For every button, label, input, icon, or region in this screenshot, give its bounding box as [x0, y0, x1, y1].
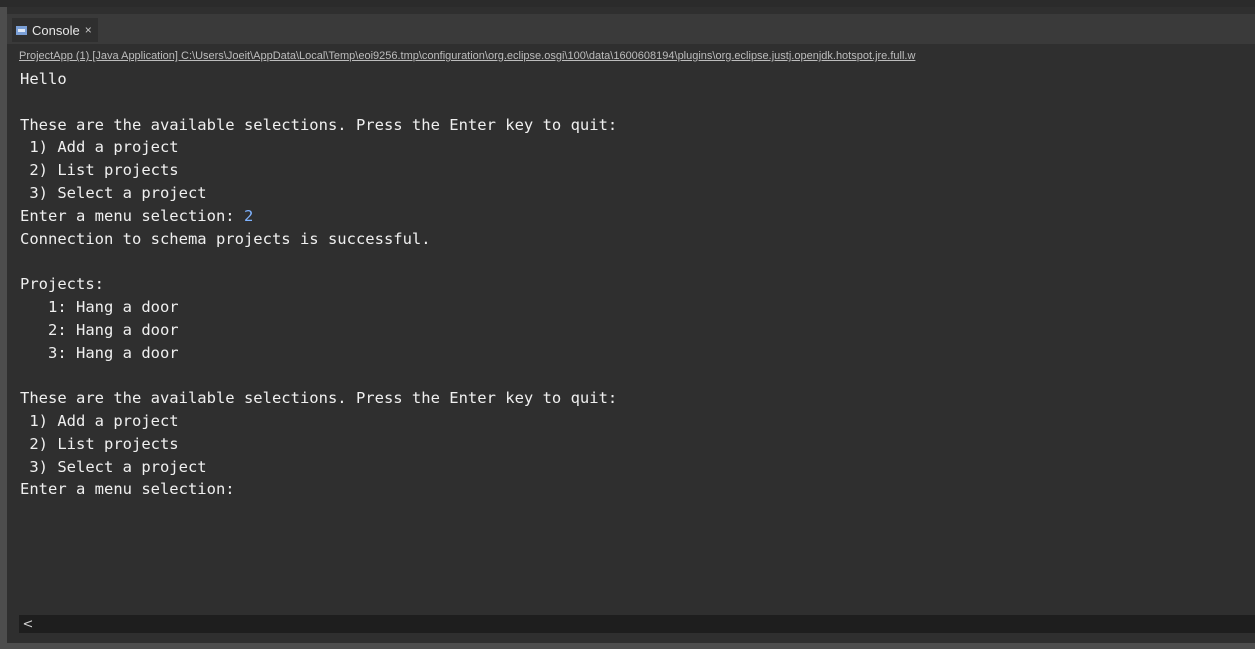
- console-line: 2: Hang a door: [20, 319, 1255, 342]
- console-line-text: 2: Hang a door: [20, 320, 179, 339]
- tab-console[interactable]: Console ×: [12, 18, 98, 42]
- console-line: 2) List projects: [20, 159, 1255, 182]
- console-line-text: Enter a menu selection:: [20, 480, 235, 499]
- console-line-text: These are the available selections. Pres…: [20, 389, 618, 408]
- console-output[interactable]: Hello These are the available selections.…: [20, 68, 1255, 616]
- console-line-text: 3: Hang a door: [20, 343, 179, 362]
- console-line: Hello: [20, 68, 1255, 91]
- console-line: Enter a menu selection:: [20, 478, 1255, 501]
- console-line-text: These are the available selections. Pres…: [20, 115, 618, 134]
- console-icon: [16, 25, 27, 35]
- console-line-text: Projects:: [20, 275, 104, 294]
- console-line: 3) Select a project: [20, 182, 1255, 205]
- console-line-text: 1: Hang a door: [20, 297, 179, 316]
- console-line-text: Enter a menu selection:: [20, 206, 244, 225]
- top-strip: [0, 0, 1255, 7]
- console-line: 1) Add a project: [20, 136, 1255, 159]
- console-line: Enter a menu selection: 2: [20, 205, 1255, 228]
- user-input-value: 2: [243, 206, 254, 225]
- console-line: 3: Hang a door: [20, 342, 1255, 365]
- close-icon[interactable]: ×: [85, 23, 92, 37]
- console-line-text: 2) List projects: [20, 161, 179, 180]
- console-line-text: 3) Select a project: [20, 457, 207, 476]
- eclipse-window: Console × ProjectApp (1) [Java Applicati…: [0, 0, 1255, 649]
- console-line-text: 2) List projects: [20, 434, 179, 453]
- scroll-left-icon[interactable]: <: [19, 615, 37, 633]
- console-line-text: 1) Add a project: [20, 411, 179, 430]
- console-line: 1) Add a project: [20, 410, 1255, 433]
- console-line: Connection to schema projects is success…: [20, 228, 1255, 251]
- console-line-text: Hello: [20, 70, 67, 88]
- console-line-text: 1) Add a project: [20, 138, 179, 157]
- view-tab-bar: Console ×: [7, 14, 1255, 45]
- horizontal-scrollbar[interactable]: <: [19, 615, 1255, 633]
- tab-console-label: Console: [32, 22, 80, 38]
- console-line: These are the available selections. Pres…: [20, 114, 1255, 137]
- console-line: 2) List projects: [20, 433, 1255, 456]
- console-left-gutter: [7, 45, 19, 633]
- console-line: 1: Hang a door: [20, 296, 1255, 319]
- console-line: These are the available selections. Pres…: [20, 387, 1255, 410]
- console-line-text: 3) Select a project: [20, 183, 207, 202]
- process-description: ProjectApp (1) [Java Application] C:\Use…: [19, 50, 916, 62]
- console-line: Projects:: [20, 273, 1255, 296]
- console-line: 3) Select a project: [20, 456, 1255, 479]
- console-line-text: Connection to schema projects is success…: [20, 229, 431, 248]
